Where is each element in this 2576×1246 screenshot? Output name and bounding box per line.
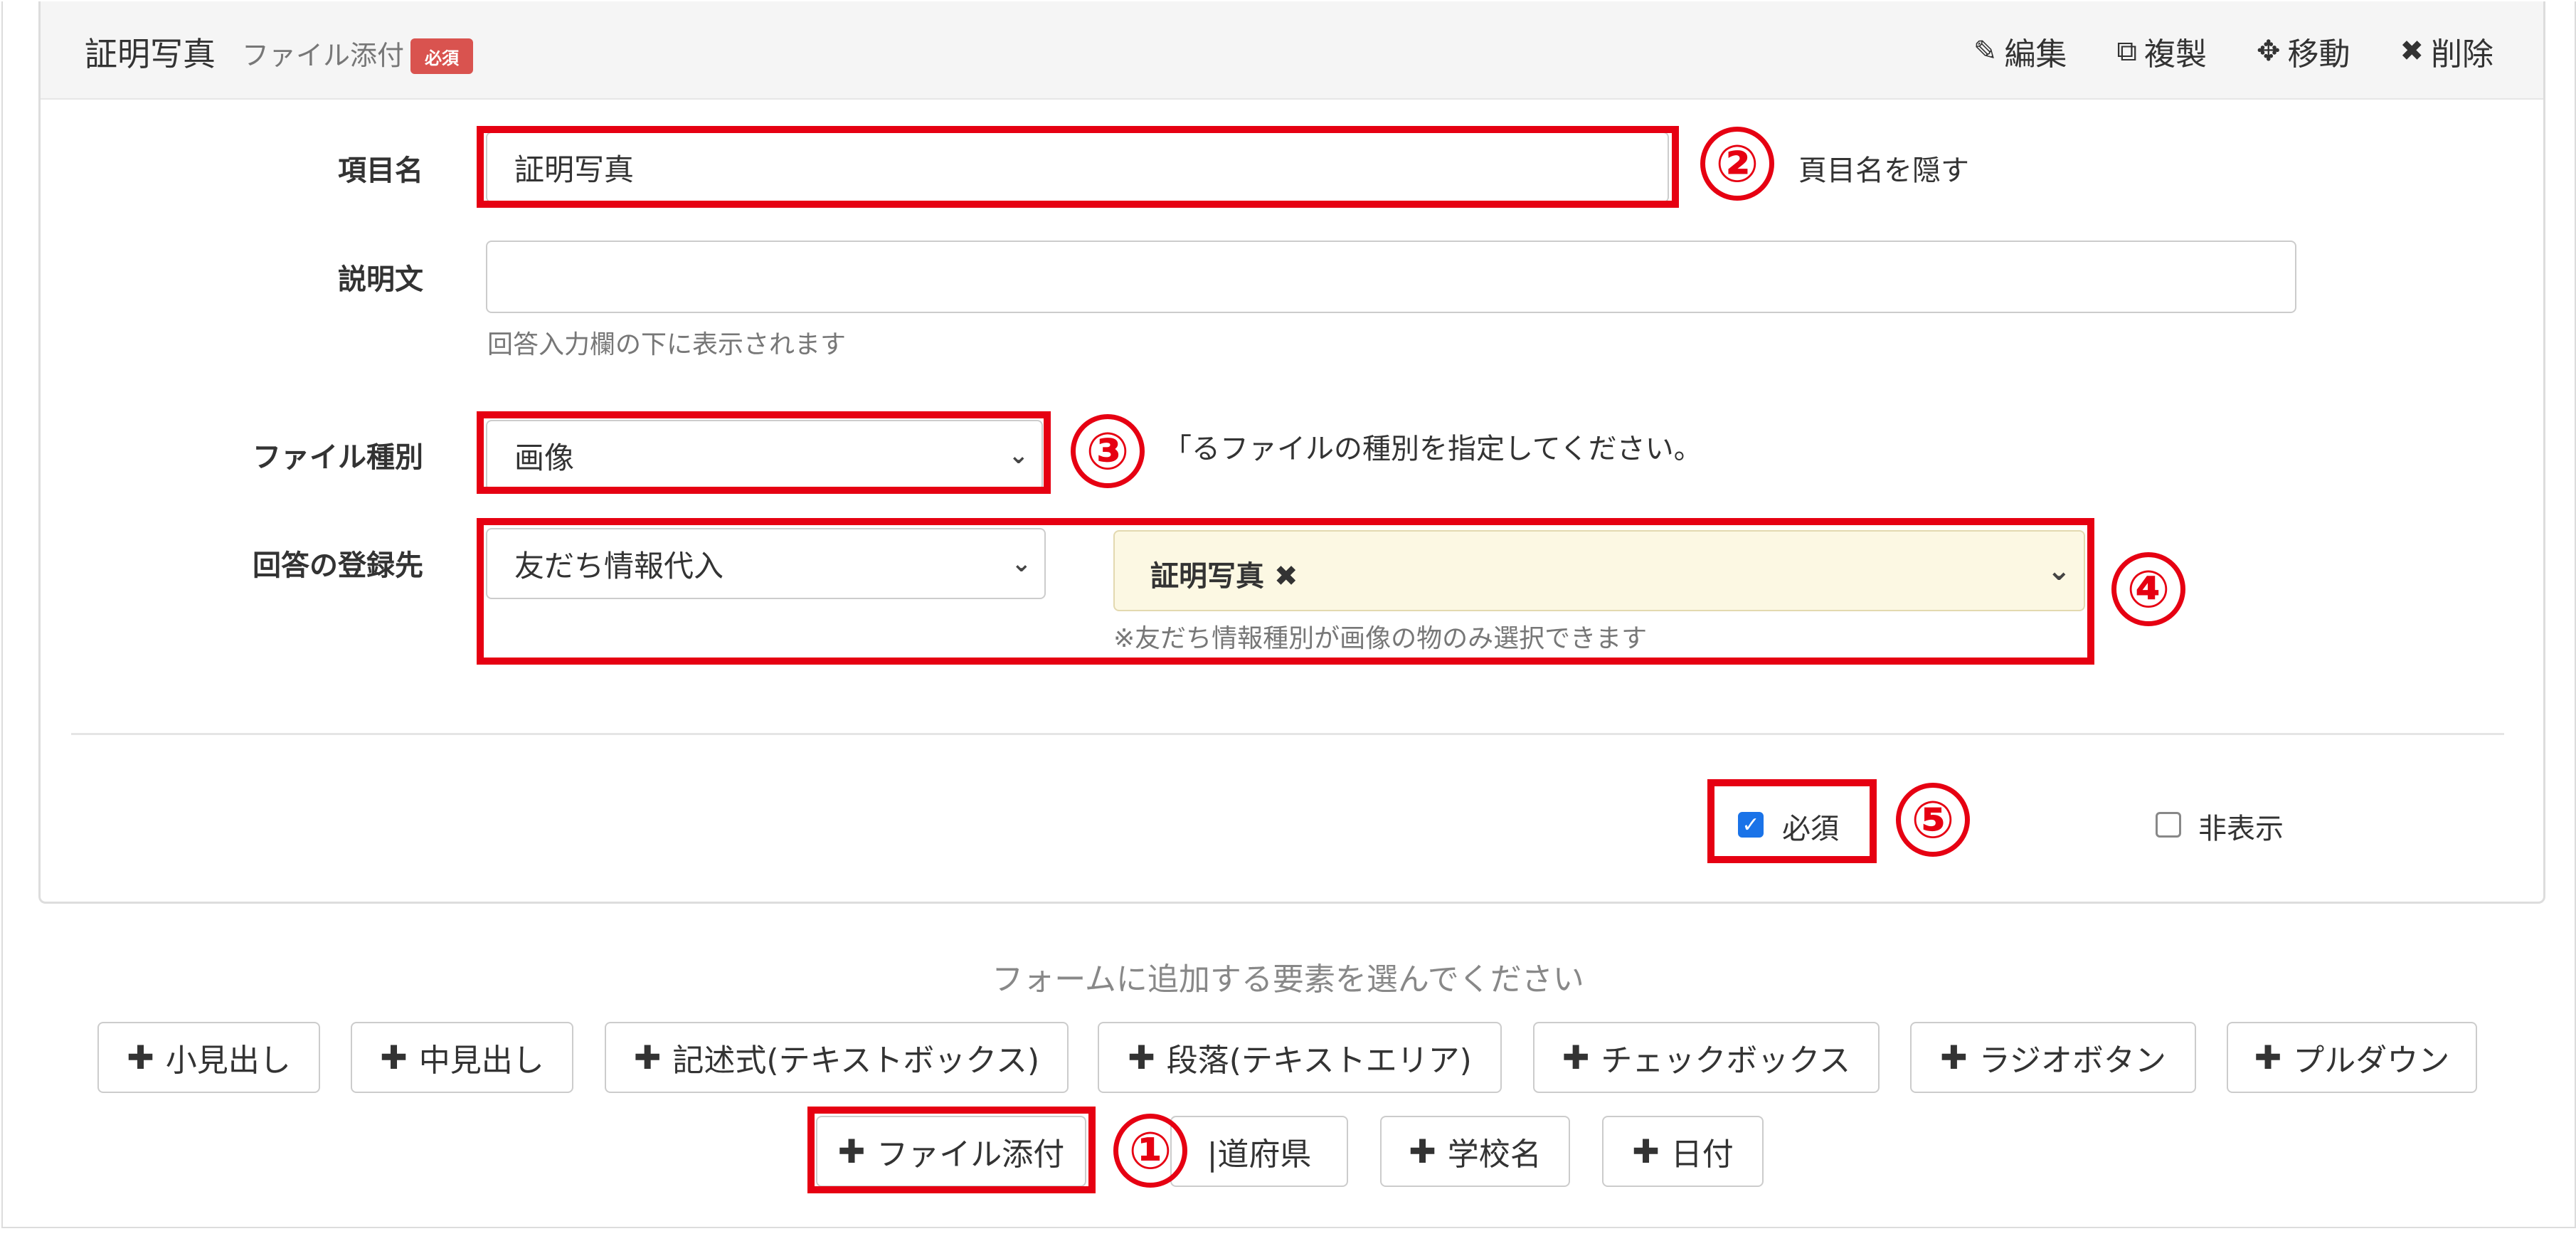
add-textbox-button[interactable]: ✚ 記述式(テキストボックス) (605, 1022, 1069, 1093)
add-checkbox-button[interactable]: ✚ チェックボックス (1533, 1022, 1880, 1093)
button-label: プルダウン (2293, 1042, 2450, 1079)
close-icon: ✖ (2400, 35, 2424, 68)
required-badge: 必須 (410, 38, 473, 74)
add-prefecture-button[interactable]: |道府県 (1170, 1116, 1348, 1187)
description-label: 説明文 (338, 263, 423, 296)
hide-label-text: 頁目名を隠す (1798, 154, 1969, 187)
add-textarea-button[interactable]: ✚ 段落(テキストエリア) (1098, 1022, 1502, 1093)
edit-label: 編集 (2004, 36, 2067, 73)
delete-button[interactable]: ✖ 削除 (2400, 28, 2493, 74)
callout-number-5: ⑤ (1896, 783, 1970, 857)
add-radio-button[interactable]: ✚ ラジオボタン (1910, 1022, 2196, 1093)
callout-box-4 (477, 518, 2094, 665)
move-button[interactable]: ✥ 移動 (2257, 28, 2350, 74)
required-checkbox-label: 必須 (1782, 813, 1839, 845)
add-pulldown-button[interactable]: ✚ プルダウン (2227, 1022, 2477, 1093)
destination-label: 回答の登録先 (253, 549, 423, 582)
file-type-help: 「るファイルの種別を指定してください。 (1163, 433, 1702, 465)
button-label: 記述式(テキストボックス) (672, 1042, 1040, 1079)
plus-icon: ✚ (1562, 1038, 1590, 1077)
hidden-checkbox[interactable] (2156, 812, 2181, 838)
copy-icon: ⧉ (2116, 35, 2137, 68)
panel-divider (71, 733, 2504, 735)
delete-label: 削除 (2431, 36, 2493, 73)
add-element-prompt: フォームに追加する要素を選んでください (992, 961, 1584, 998)
edit-button[interactable]: ✎ 編集 (1973, 28, 2067, 74)
button-label: 小見出し (165, 1042, 291, 1079)
plus-icon: ✚ (1409, 1132, 1436, 1171)
hidden-checkbox-label: 非表示 (2198, 813, 2284, 845)
duplicate-label: 複製 (2143, 36, 2207, 73)
plus-icon: ✚ (2254, 1038, 2282, 1077)
button-label: 学校名 (1447, 1136, 1542, 1173)
callout-box-1 (807, 1107, 1096, 1193)
description-help: 回答入力欄の下に表示されます (487, 330, 847, 359)
callout-number-1: ① (1113, 1114, 1187, 1188)
panel-header: 証明写真 ファイル添付 必須 ✎ 編集 ⧉ 複製 ✥ 移動 ✖ 削除 (41, 1, 2543, 100)
plus-icon: ✚ (633, 1038, 662, 1077)
description-input[interactable] (486, 241, 2296, 313)
plus-icon: ✚ (1940, 1038, 1968, 1077)
add-school-name-button[interactable]: ✚ 学校名 (1380, 1116, 1570, 1187)
duplicate-button[interactable]: ⧉ 複製 (2116, 28, 2207, 74)
button-label: チェックボックス (1601, 1042, 1851, 1079)
item-title: 証明写真 (85, 35, 216, 73)
header-actions: ✎ 編集 ⧉ 複製 ✥ 移動 ✖ 削除 (1973, 28, 2493, 74)
plus-icon: ✚ (1128, 1038, 1155, 1077)
button-label: |道府県 (1207, 1136, 1312, 1173)
plus-icon: ✚ (127, 1038, 154, 1077)
button-label: ラジオボタン (1978, 1042, 2166, 1079)
callout-box-3 (477, 411, 1051, 494)
callout-number-4: ④ (2111, 552, 2185, 626)
file-type-label: ファイル種別 (253, 441, 423, 474)
plus-icon: ✚ (380, 1038, 408, 1077)
pencil-icon: ✎ (1973, 35, 1998, 68)
move-label: 移動 (2287, 36, 2350, 73)
check-icon: ✓ (1742, 812, 1760, 838)
add-small-heading-button[interactable]: ✚ 小見出し (97, 1022, 320, 1093)
callout-number-2: ② (1700, 127, 1774, 201)
add-date-button[interactable]: ✚ 日付 (1602, 1116, 1764, 1187)
button-label: 日付 (1670, 1136, 1734, 1173)
add-medium-heading-button[interactable]: ✚ 中見出し (351, 1022, 573, 1093)
button-label: 中見出し (418, 1042, 544, 1079)
item-type-label: ファイル添付 (242, 40, 405, 71)
plus-icon: ✚ (1632, 1132, 1660, 1171)
item-name-label: 項目名 (338, 154, 423, 187)
required-checkbox[interactable]: ✓ (1738, 812, 1764, 838)
button-label: 段落(テキストエリア) (1166, 1042, 1472, 1079)
move-icon: ✥ (2256, 35, 2281, 68)
callout-number-3: ③ (1071, 414, 1145, 488)
callout-box-2 (477, 126, 1679, 208)
